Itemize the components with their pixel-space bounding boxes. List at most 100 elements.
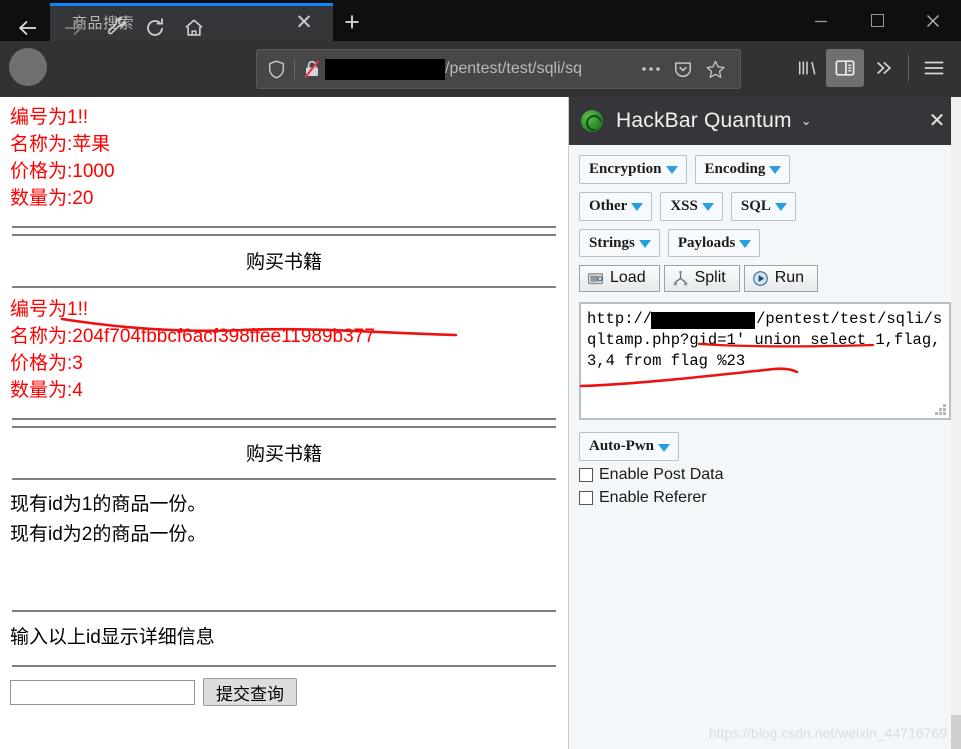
- tools-button[interactable]: [102, 13, 132, 43]
- sidebar-scrollbar[interactable]: [951, 97, 961, 749]
- sql-label: SQL: [740, 197, 771, 214]
- auto-pwn-button[interactable]: Auto-Pwn: [579, 432, 680, 461]
- sidebar-toggle-button[interactable]: [826, 49, 864, 87]
- library-button[interactable]: [788, 49, 826, 87]
- page-heading-2: 购买书籍: [245, 444, 322, 465]
- id-input[interactable]: [10, 679, 195, 705]
- app-menu-button[interactable]: [915, 49, 953, 87]
- payloads-menu-button[interactable]: Payloads: [667, 228, 761, 258]
- chevron-down-icon: [658, 443, 671, 452]
- encoding-menu-button[interactable]: Encoding: [694, 155, 791, 184]
- record2-price: 价格为:3: [10, 353, 83, 374]
- maximize-button[interactable]: [849, 0, 905, 41]
- record2-id: 编号为1!!: [10, 299, 89, 320]
- page-actions-ellipsis-icon[interactable]: [635, 66, 667, 72]
- xss-menu-button[interactable]: XSS: [660, 191, 723, 221]
- page-viewport: 编号为1!! 名称为:苹果 价格为:1000 数量为:20 购买书籍 编号为1!…: [0, 97, 568, 749]
- pocket-icon[interactable]: [667, 59, 699, 79]
- hackbar-header: HackBar Quantum ⌄ ✕: [569, 97, 961, 145]
- wrench-icon: [107, 17, 127, 35]
- chevron-double-right-icon: [876, 61, 892, 75]
- chevron-down-icon: [638, 239, 651, 248]
- back-arrow-icon: [18, 20, 36, 36]
- back-button[interactable]: [13, 13, 43, 43]
- load-icon: [587, 273, 604, 284]
- toolbar-right-group: [788, 49, 953, 87]
- tracking-shield-icon[interactable]: [268, 59, 286, 79]
- page-content: 编号为1!! 名称为:苹果 价格为:1000 数量为:20 购买书籍 编号为1!…: [0, 97, 568, 706]
- minimize-button[interactable]: [793, 0, 849, 41]
- chevron-down-icon: [631, 203, 644, 212]
- redacted-host-block: [651, 312, 755, 330]
- sql-menu-button[interactable]: SQL: [730, 191, 796, 221]
- enable-referer-row[interactable]: Enable Referer: [579, 489, 951, 507]
- sidebar-scrollbar-thumb[interactable]: [951, 715, 961, 749]
- id-query-form: 提交查询: [10, 678, 558, 706]
- window-controls: [793, 0, 961, 41]
- encryption-menu-button[interactable]: Encryption: [579, 155, 687, 184]
- chevron-down-icon: [769, 166, 782, 175]
- load-button[interactable]: Load: [579, 265, 660, 293]
- chevron-down-icon: [665, 166, 678, 175]
- xss-label: XSS: [670, 197, 698, 214]
- home-icon: [185, 19, 203, 36]
- hackbar-close-icon[interactable]: ✕: [925, 109, 949, 133]
- strings-menu-button[interactable]: Strings: [579, 228, 660, 258]
- url-textarea[interactable]: http:///pentest/test/sqli/sqltamp.php?gi…: [579, 302, 951, 421]
- hackbar-menu-row-2: Other XSS SQL: [579, 191, 951, 221]
- address-bar[interactable]: /pentest/test/sqli/sq: [256, 49, 741, 89]
- submit-query-button[interactable]: 提交查询: [203, 678, 297, 706]
- new-tab-button[interactable]: +: [338, 8, 366, 36]
- hackbar-sidebar: HackBar Quantum ⌄ ✕ Encryption Encoding …: [568, 97, 961, 749]
- encoding-label: Encoding: [704, 161, 766, 177]
- run-play-icon: [752, 270, 768, 286]
- resize-grip-icon[interactable]: [935, 404, 946, 416]
- hamburger-menu-icon: [924, 61, 944, 75]
- hackbar-menu-row-3: Strings Payloads: [579, 228, 951, 258]
- close-window-button[interactable]: [905, 0, 961, 41]
- enable-referer-checkbox[interactable]: [579, 491, 593, 505]
- home-button[interactable]: [179, 13, 209, 43]
- record2-name-row: 名称为:204f704fbbcf6acf398ffee11989b377: [10, 323, 558, 350]
- tab-active-accent: [50, 3, 333, 6]
- divider: [12, 665, 556, 667]
- record2-qty: 数量为:4: [10, 380, 83, 401]
- url-prefix: http://: [587, 310, 653, 329]
- record2-name-prefix: 名称为:: [10, 326, 73, 347]
- split-label: Split: [694, 269, 726, 287]
- chevron-down-icon[interactable]: ⌄: [801, 113, 812, 129]
- back-button-highlight: [9, 48, 47, 86]
- record1-qty: 数量为:20: [10, 188, 94, 209]
- bookmark-star-icon[interactable]: [699, 59, 731, 80]
- stock-line-1: 现有id为1的商品一份。: [10, 494, 207, 515]
- sidebar-toggle-icon: [835, 60, 855, 76]
- library-icon: [798, 61, 816, 75]
- insecure-lock-icon[interactable]: [303, 59, 323, 79]
- url-text: /pentest/test/sqli/sq: [445, 60, 582, 77]
- record1-name: 名称为:苹果: [10, 134, 111, 155]
- enable-referer-label: Enable Referer: [599, 489, 707, 506]
- urlbar-actions: [635, 59, 740, 80]
- tab-close-icon[interactable]: ✕: [293, 11, 315, 33]
- enable-post-data-checkbox[interactable]: [579, 468, 593, 482]
- forward-button[interactable]: [58, 13, 88, 43]
- enable-post-data-row[interactable]: Enable Post Data: [579, 466, 951, 484]
- urlbar-divider: [294, 59, 295, 79]
- divider-group-6: [10, 665, 558, 667]
- maximize-icon: [870, 14, 884, 27]
- stock-line-2: 现有id为2的商品一份。: [10, 524, 207, 545]
- toolbar-divider: [908, 55, 909, 81]
- reload-button[interactable]: [140, 13, 170, 43]
- split-button[interactable]: Split: [663, 265, 740, 293]
- other-menu-button[interactable]: Other: [579, 191, 653, 221]
- strings-label: Strings: [589, 234, 635, 251]
- url-textarea-wrap: http:///pentest/test/sqli/sqltamp.php?gi…: [579, 302, 951, 421]
- divider-group-1: [10, 226, 558, 236]
- overflow-button[interactable]: [864, 49, 902, 87]
- run-button[interactable]: Run: [743, 265, 819, 293]
- enable-post-data-label: Enable Post Data: [599, 466, 724, 483]
- redacted-host-block: [325, 58, 445, 80]
- firefox-hackbar-icon: [581, 110, 603, 132]
- product-record-first: 编号为1!! 名称为:苹果 价格为:1000 数量为:20: [10, 104, 558, 212]
